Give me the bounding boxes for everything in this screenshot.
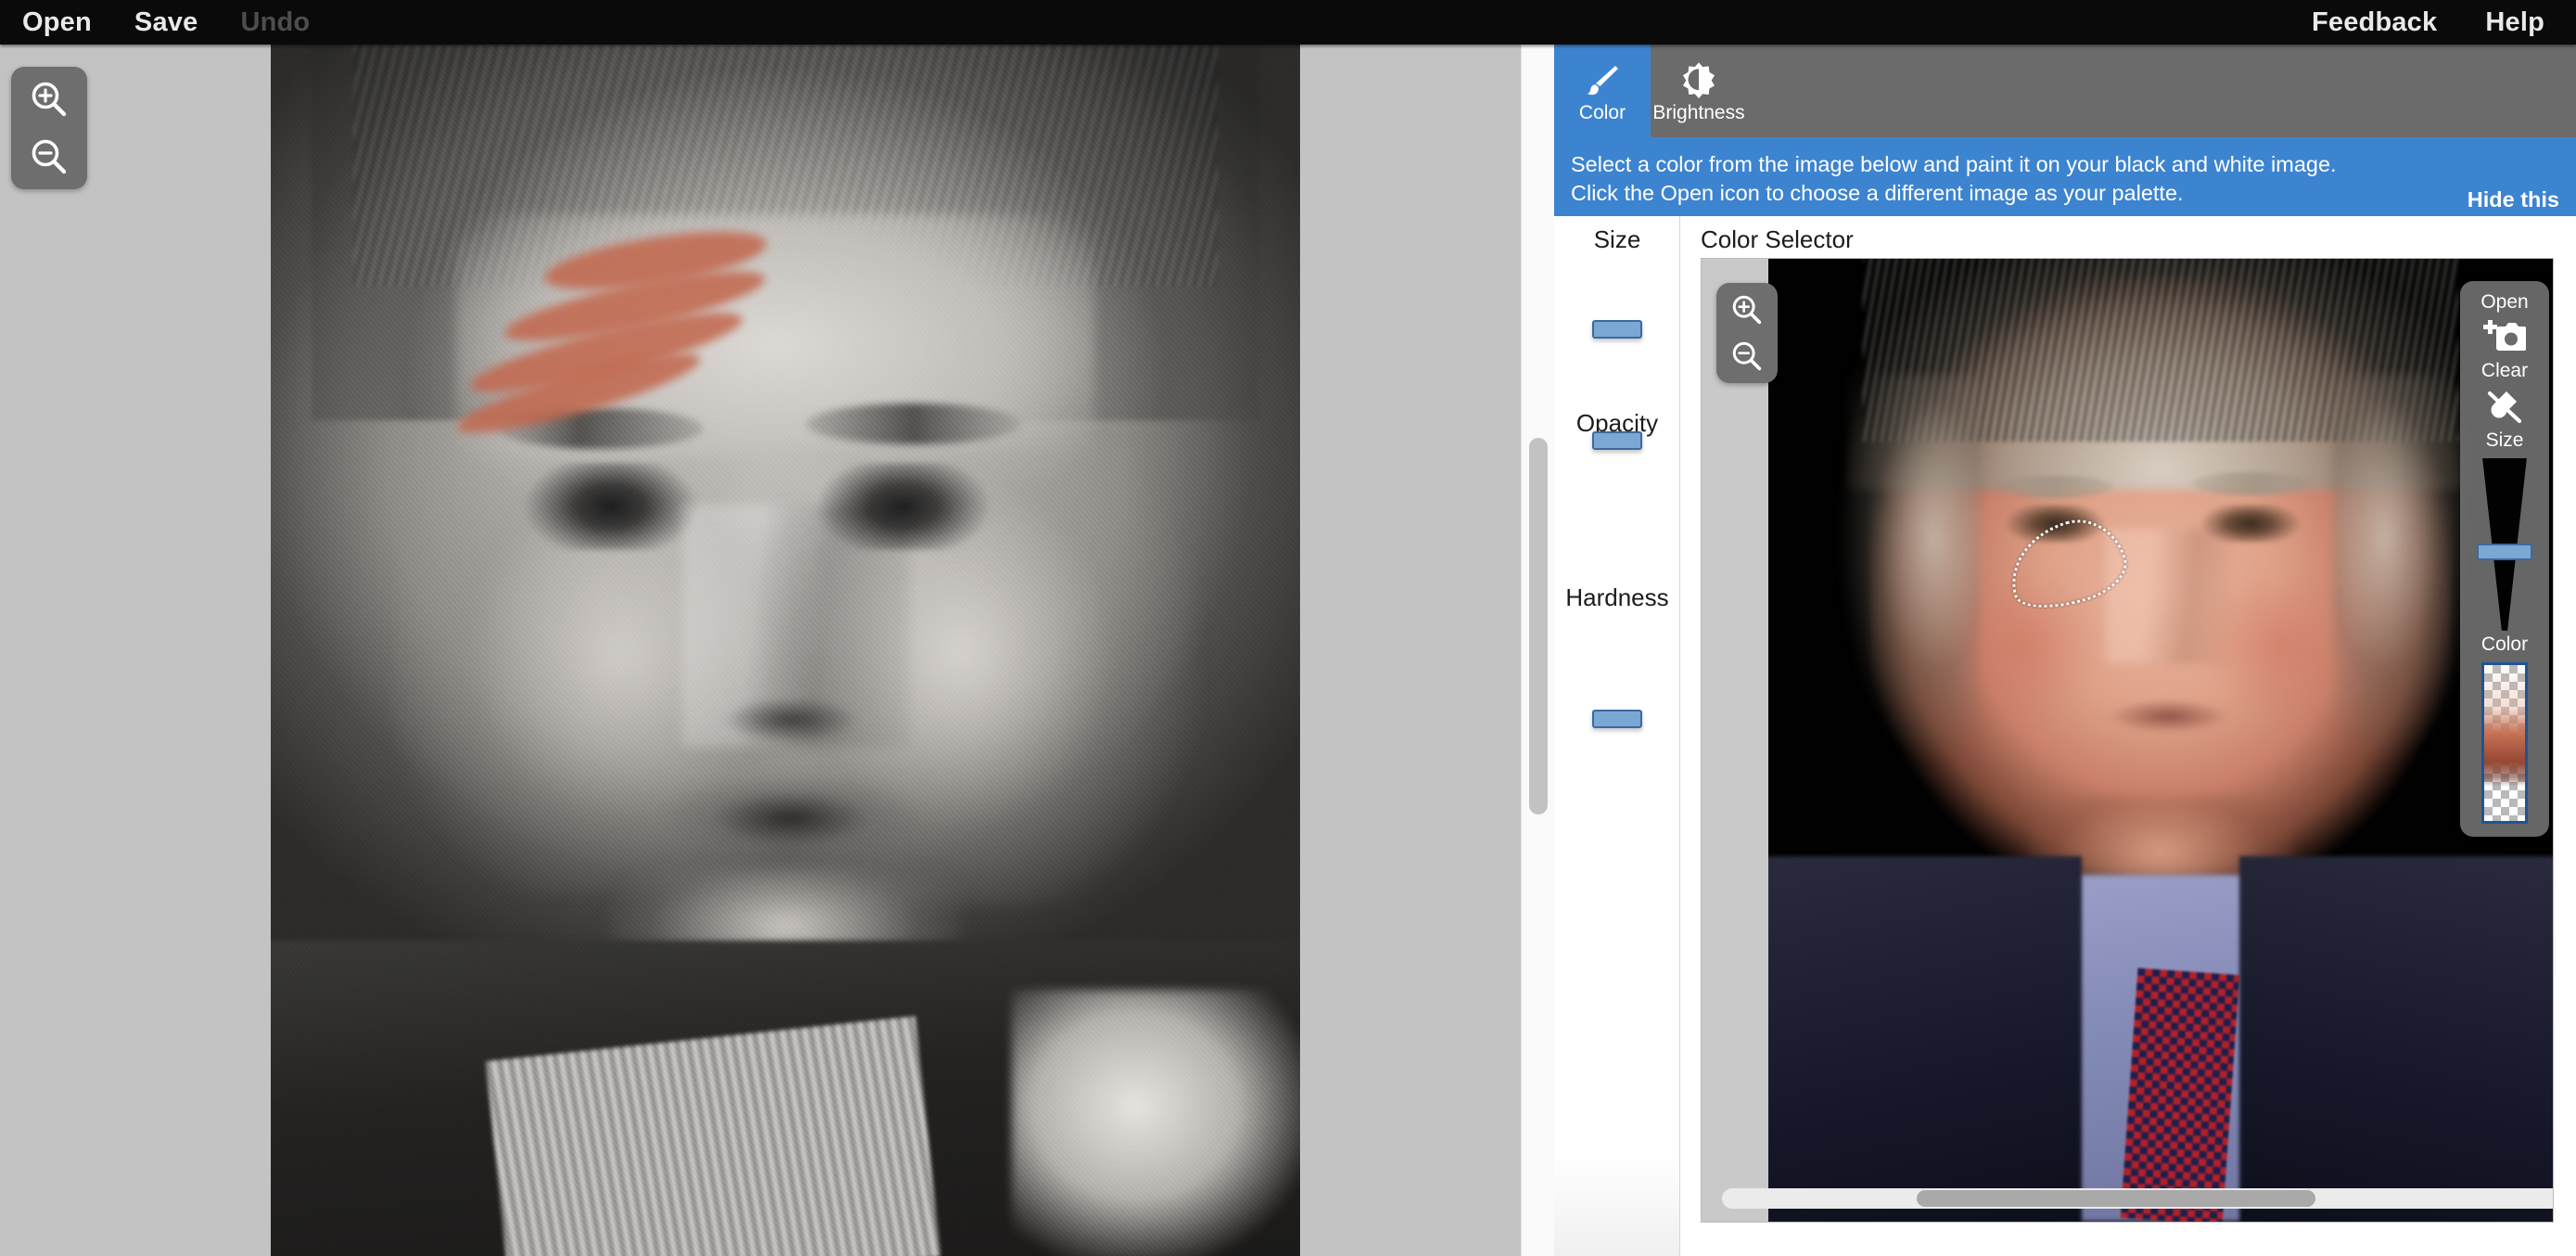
paintbrush-icon [1581,59,1624,100]
size-slider-thumb[interactable] [1592,320,1642,339]
editing-image[interactable] [271,45,1300,1256]
top-menu-left-group: Open Save Undo [0,8,310,36]
menu-feedback[interactable]: Feedback [2312,8,2437,36]
palette-size-label: Size [2485,429,2524,451]
clear-paint-icon[interactable] [2482,386,2527,427]
color-swatch-gradient [2484,665,2525,821]
palette-zoom-controls [1716,283,1778,383]
banner-line-1: Select a color from the image below and … [1571,152,2337,176]
app-root: Open Save Undo Feedback Help Color Brigh… [0,0,2576,1256]
palette-mouth [2089,692,2248,740]
color-selector-column: Color Selector Open Clear Size Color [1680,216,2576,1256]
palette-nose [2105,528,2232,663]
palette-toolbar: Open Clear Size Color [2460,281,2549,837]
menu-save[interactable]: Save [134,8,198,36]
palette-jacket-left [1768,855,2083,1222]
zoom-out-icon[interactable] [27,135,71,179]
scrollbar-thumb[interactable] [1529,438,1548,814]
panel-tabs: Color Brightness [1554,45,2576,137]
tab-brightness[interactable]: Brightness [1651,45,1747,137]
banner-line-2: Click the Open icon to choose a differen… [1571,181,2184,206]
palette-necktie [2120,968,2240,1222]
tools-panel: Color Brightness Select a color from the… [1554,45,2576,1256]
palette-color-label: Color [2480,633,2529,655]
tab-color[interactable]: Color [1554,45,1651,137]
palette-gutter [1702,259,1768,1222]
canvas-zoom-controls [11,67,87,189]
menu-open[interactable]: Open [22,8,92,36]
zoom-in-icon[interactable] [27,77,71,122]
current-color-swatch[interactable] [2481,662,2528,824]
zoom-out-icon[interactable] [1728,338,1766,375]
opacity-slider-thumb[interactable] [1592,431,1642,450]
panel-body: Size Opacity Hardness Color Selector Ope… [1554,216,2576,1256]
tab-color-label: Color [1578,102,1626,123]
instruction-banner: Select a color from the image below and … [1554,137,2576,216]
painted-color-stroke [446,220,796,447]
add-photo-icon[interactable] [2482,316,2527,357]
brush-settings-column: Size Opacity Hardness [1554,216,1680,1256]
palette-horizontal-scrollbar[interactable] [1722,1188,2553,1209]
canvas-area[interactable] [0,45,1554,1256]
color-selector-frame[interactable]: Open Clear Size Color [1701,258,2554,1223]
black-and-white-portrait [271,45,1300,1256]
zoom-in-icon[interactable] [1728,291,1766,328]
tab-brightness-label: Brightness [1652,102,1745,123]
brightness-contrast-icon [1677,59,1720,100]
palette-clear-label: Clear [2480,360,2529,382]
color-selector-title: Color Selector [1701,225,1854,253]
menu-help[interactable]: Help [2485,8,2544,36]
size-slider-label: Size [1593,225,1641,253]
brush-size-thumb[interactable] [2477,543,2532,560]
canvas-vertical-scrollbar[interactable] [1521,45,1554,1256]
top-menu-right-group: Feedback Help [2312,8,2576,36]
hardness-slider-thumb[interactable] [1592,710,1642,728]
hardness-slider-label: Hardness [1565,583,1669,611]
palette-jacket-right [2238,855,2553,1222]
scrollbar-thumb[interactable] [1917,1190,2315,1207]
hide-banner-button[interactable]: Hide this [2468,187,2559,212]
palette-image[interactable] [1768,259,2553,1222]
palette-open-label: Open [2480,291,2529,313]
top-menu-bar: Open Save Undo Feedback Help [0,0,2576,45]
brush-size-slider[interactable] [2477,457,2532,631]
menu-undo[interactable]: Undo [240,8,310,36]
